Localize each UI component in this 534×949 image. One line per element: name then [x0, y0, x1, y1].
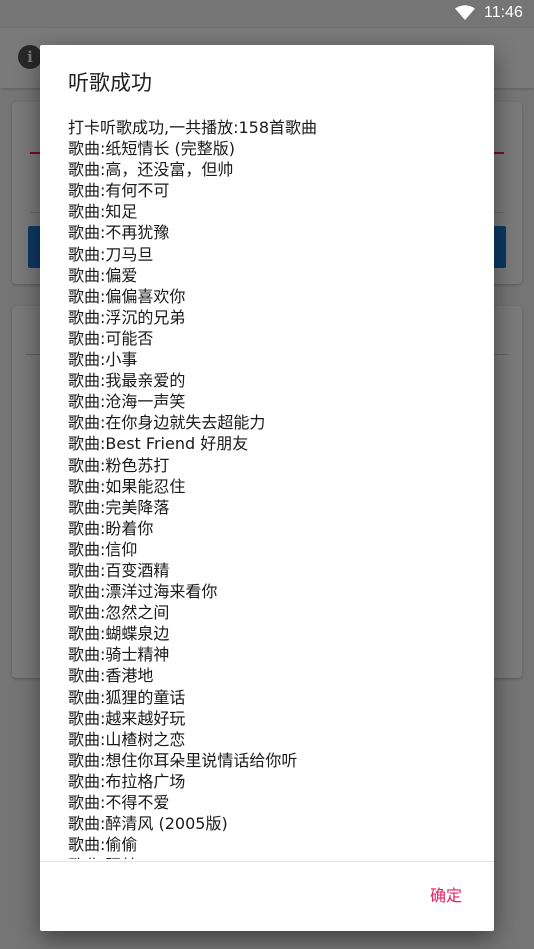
song-item: 歌曲:忽然之间 — [68, 603, 170, 623]
dialog-message[interactable]: 打卡听歌成功,一共播放:158首歌曲 歌曲:纸短情长 (完整版) 歌曲:高，还没富… — [68, 117, 478, 859]
song-item: 歌曲:刀马旦 — [68, 244, 154, 264]
song-item: 歌曲:可能否 — [68, 328, 154, 348]
song-item: 歌曲:粉色苏打 — [68, 455, 170, 475]
song-item: 歌曲:布拉格广场 — [68, 771, 186, 791]
song-item: 歌曲:高，还没富，但帅 — [68, 160, 234, 180]
song-item: 歌曲:偏偏喜欢你 — [68, 286, 186, 306]
song-item: 歌曲:百变酒精 — [68, 560, 170, 580]
song-item: 歌曲:纸短情长 (完整版) — [68, 139, 235, 159]
song-item: 歌曲:Best Friend 好朋友 — [68, 434, 249, 454]
status-clock: 11:46 — [484, 4, 523, 21]
song-item: 歌曲:狐狸的童话 — [68, 687, 186, 707]
song-item: 歌曲:盼着你 — [68, 518, 154, 538]
song-item: 歌曲:如果能忍住 — [68, 476, 186, 496]
dialog-title: 听歌成功 — [68, 71, 152, 95]
song-item: 歌曲:在你身边就失去超能力 — [68, 413, 266, 433]
confirm-button[interactable]: 确定 — [422, 881, 470, 911]
song-item: 歌曲:偏爱 — [68, 265, 138, 285]
song-item: 歌曲:完美降落 — [68, 497, 170, 517]
song-item: 歌曲:香港地 — [68, 666, 154, 686]
song-item: 歌曲:蝴蝶泉边 — [68, 624, 170, 644]
song-item: 歌曲:有何不可 — [68, 181, 170, 201]
song-item: 歌曲:山楂树之恋 — [68, 729, 186, 749]
summary-text: 打卡听歌成功,一共播放:158首歌曲 — [68, 118, 318, 137]
status-bar: 11:46 — [0, 0, 534, 28]
song-item: 歌曲:我最亲爱的 — [68, 371, 186, 391]
song-item: 歌曲:偷偷 — [68, 835, 138, 855]
song-item: 歌曲:醉清风 (2005版) — [68, 814, 228, 834]
song-item: 歌曲:知足 — [68, 202, 138, 222]
song-item: 歌曲:漂洋过海来看你 — [68, 582, 218, 602]
dialog-divider — [40, 861, 494, 862]
song-item: 歌曲:小事 — [68, 350, 138, 370]
song-item: 歌曲:浮沉的兄弟 — [68, 307, 186, 327]
song-item: 歌曲:驿梦 — [68, 855, 478, 859]
listen-success-dialog: 听歌成功 打卡听歌成功,一共播放:158首歌曲 歌曲:纸短情长 (完整版) 歌曲:… — [40, 45, 494, 931]
song-item: 歌曲:想住你耳朵里说情话给你听 — [68, 750, 298, 770]
song-item: 歌曲:信仰 — [68, 539, 138, 559]
song-item: 歌曲:不得不爱 — [68, 793, 170, 812]
song-item: 歌曲:越来越好玩 — [68, 708, 186, 728]
wifi-icon — [455, 5, 475, 20]
song-item: 歌曲:沧海一声笑 — [68, 392, 186, 412]
song-item: 歌曲:骑士精神 — [68, 645, 170, 665]
song-item: 歌曲:不再犹豫 — [68, 223, 170, 243]
